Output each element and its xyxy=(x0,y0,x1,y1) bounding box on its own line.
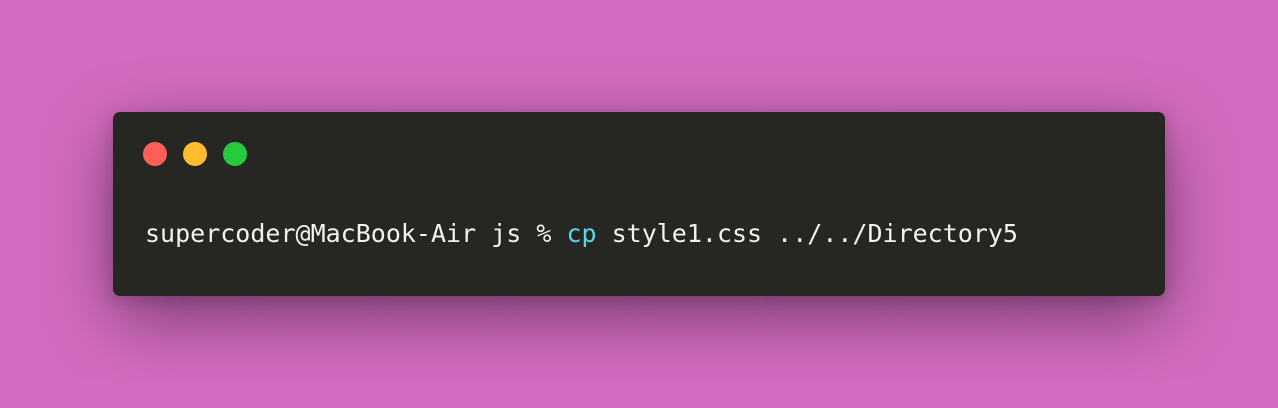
terminal-arguments: style1.css ../../Directory5 xyxy=(596,219,1018,248)
terminal-command: cp xyxy=(566,219,597,248)
terminal-prompt: supercoder@MacBook-Air js % xyxy=(145,219,567,248)
terminal-command-line[interactable]: supercoder@MacBook-Air js % cp style1.cs… xyxy=(145,216,1018,252)
maximize-button[interactable] xyxy=(223,142,247,166)
terminal-window: supercoder@MacBook-Air js % cp style1.cs… xyxy=(113,112,1165,296)
close-button[interactable] xyxy=(143,142,167,166)
window-controls xyxy=(143,142,247,166)
minimize-button[interactable] xyxy=(183,142,207,166)
